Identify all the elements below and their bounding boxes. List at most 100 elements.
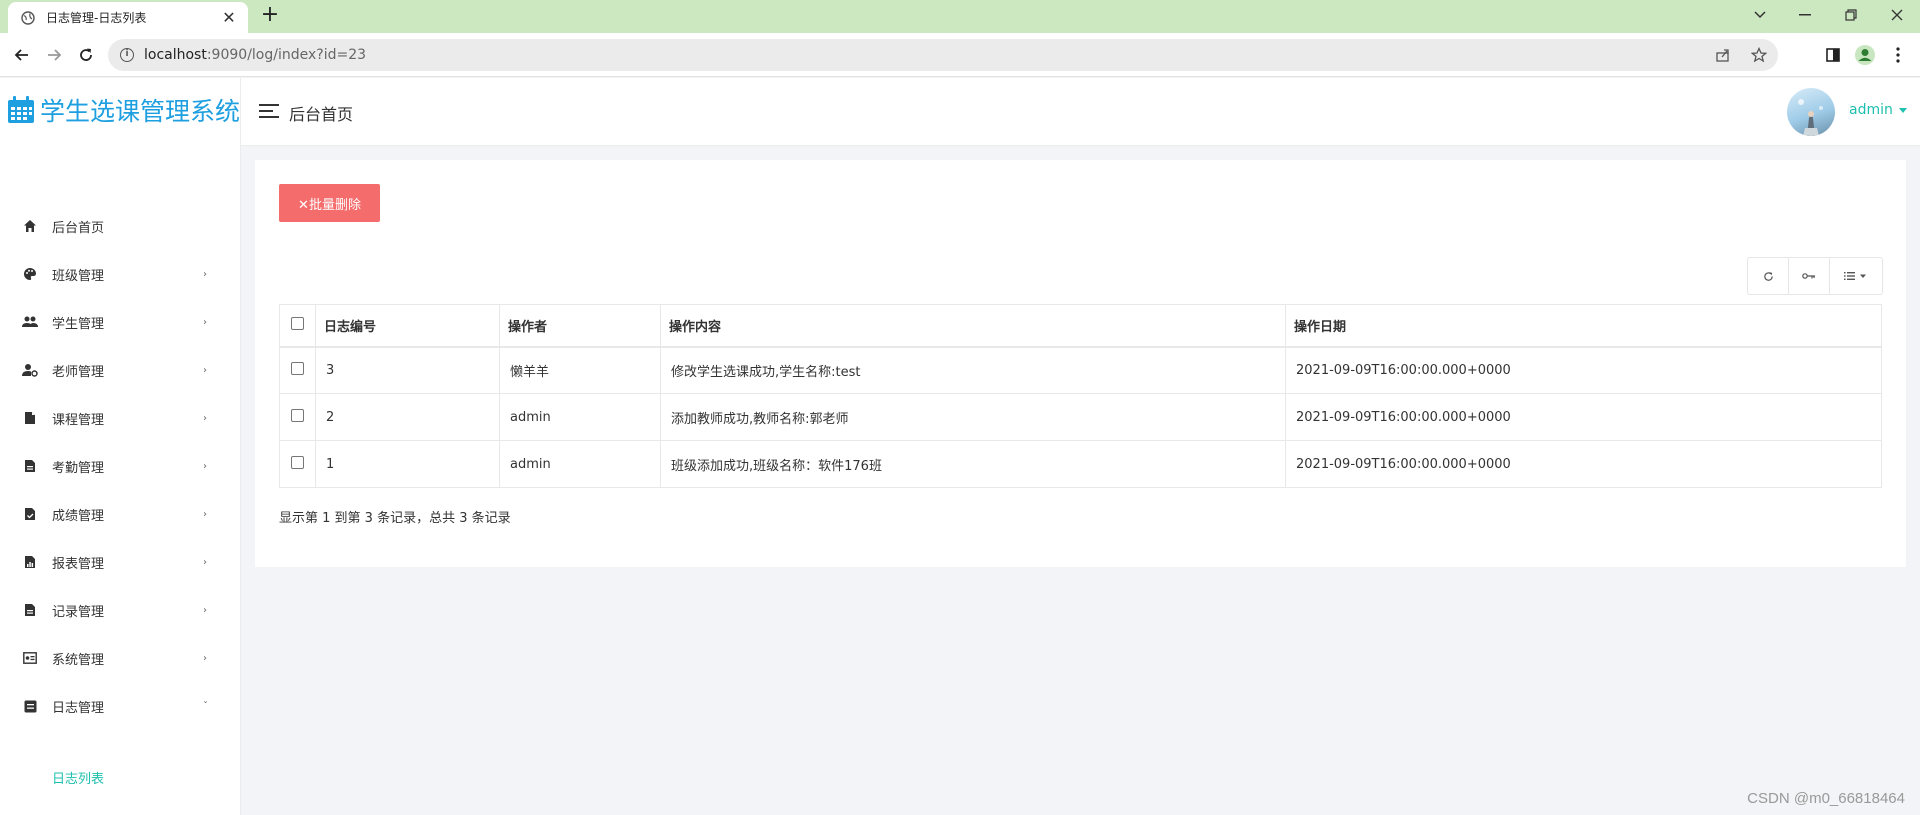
log-table: 日志编号 操作者 操作内容 操作日期 3 懒羊羊 修改学生选课成功,学生名称:t… (279, 304, 1882, 488)
chevron-right-icon: › (203, 412, 207, 424)
sidebar-item-log[interactable]: 日志管理 ˇ (0, 684, 241, 728)
cell-id: 1 (315, 440, 500, 488)
close-window-button[interactable] (1874, 0, 1920, 30)
sidebar-item-system[interactable]: 系统管理 › (0, 636, 241, 680)
file-text-icon (22, 602, 38, 618)
people-icon (22, 314, 38, 330)
sidebar-item-reports[interactable]: 报表管理 › (0, 540, 241, 584)
calendar-icon (6, 95, 36, 125)
row-select-cell (279, 393, 316, 441)
minimize-button[interactable] (1782, 0, 1828, 30)
chevron-right-icon: › (203, 460, 207, 472)
browser-tab[interactable]: 日志管理-日志列表 ✕ (8, 2, 248, 33)
row-select-cell (279, 346, 316, 394)
breadcrumb[interactable]: 后台首页 (289, 101, 353, 125)
column-header-id[interactable]: 日志编号 (315, 304, 500, 348)
column-header-date[interactable]: 操作日期 (1285, 304, 1882, 348)
row-select-cell (279, 440, 316, 488)
file-check-icon (22, 506, 38, 522)
app-logo[interactable]: 学生选课管理系统 (6, 92, 240, 128)
column-header-content[interactable]: 操作内容 (660, 304, 1286, 348)
chevron-right-icon: › (203, 268, 207, 280)
cell-operator: 懒羊羊 (499, 346, 661, 394)
chevron-right-icon: › (203, 364, 207, 376)
share-icon[interactable] (1714, 46, 1732, 64)
chevron-right-icon: › (203, 556, 207, 568)
cell-operator: admin (499, 440, 661, 488)
sidebar-item-course[interactable]: 课程管理 › (0, 396, 241, 440)
log-icon (22, 698, 38, 714)
chevron-right-icon: › (203, 508, 207, 520)
top-navbar: 后台首页 admin (241, 78, 1920, 146)
row-checkbox[interactable] (291, 455, 304, 469)
sidebar: 学生选课管理系统 后台首页 班级管理 › 学生管理 › 老师管理 › 课程管理 … (0, 78, 241, 815)
select-all-cell (279, 304, 316, 348)
table-row: 2 admin 添加教师成功,教师名称:郭老师 2021-09-09T16:00… (279, 393, 1882, 441)
chevron-right-icon: › (203, 316, 207, 328)
caret-down-icon (1898, 107, 1907, 113)
home-icon (22, 218, 38, 234)
sidebar-item-student[interactable]: 学生管理 › (0, 300, 241, 344)
file-chart-icon (22, 554, 38, 570)
reload-button[interactable] (72, 41, 100, 69)
pagination-summary: 显示第 1 到第 3 条记录，总共 3 条记录 (279, 511, 511, 526)
profile-icon[interactable] (1853, 43, 1877, 67)
sidebar-item-records[interactable]: 记录管理 › (0, 588, 241, 632)
sidebar-subitem-log-list[interactable]: 日志列表 (52, 768, 104, 787)
sidebar-item-class[interactable]: 班级管理 › (0, 252, 241, 296)
chevron-right-icon: › (203, 604, 207, 616)
side-panel-icon[interactable] (1821, 43, 1845, 67)
file-icon (22, 410, 38, 426)
cell-content: 添加教师成功,教师名称:郭老师 (660, 393, 1286, 441)
forward-button[interactable] (40, 41, 68, 69)
tab-search-icon[interactable] (1737, 0, 1783, 30)
cell-date: 2021-09-09T16:00:00.000+0000 (1285, 440, 1882, 488)
system-icon (22, 650, 38, 666)
browser-toolbar: i localhost:9090/log/index?id=23 (0, 33, 1920, 77)
info-icon[interactable]: i (120, 48, 134, 62)
content-panel: ✕批量删除 日志编号 操作者 操作内容 操作日期 3 懒羊羊 修改学生选课成功,… (255, 160, 1906, 567)
cell-content: 修改学生选课成功,学生名称:test (660, 346, 1286, 394)
cell-date: 2021-09-09T16:00:00.000+0000 (1285, 346, 1882, 394)
user-menu[interactable]: admin (1849, 102, 1907, 118)
cell-operator: admin (499, 393, 661, 441)
user-gear-icon (22, 362, 38, 378)
cell-id: 2 (315, 393, 500, 441)
cell-id: 3 (315, 346, 500, 394)
new-tab-button[interactable]: + (258, 4, 282, 28)
batch-delete-button[interactable]: ✕批量删除 (279, 184, 380, 222)
palette-icon (22, 266, 38, 282)
table-row: 1 admin 班级添加成功,班级名称：软件176班 2021-09-09T16… (279, 440, 1882, 488)
row-checkbox[interactable] (291, 361, 304, 375)
sidebar-item-home[interactable]: 后台首页 (0, 204, 241, 248)
hamburger-icon[interactable] (259, 104, 279, 120)
chevron-right-icon: › (203, 652, 207, 664)
sidebar-item-attendance[interactable]: 考勤管理 › (0, 444, 241, 488)
tab-close-icon[interactable]: ✕ (220, 8, 238, 27)
restore-button[interactable] (1828, 0, 1874, 30)
chevron-down-icon: ˇ (203, 700, 208, 712)
select-all-checkbox[interactable] (291, 316, 304, 330)
watermark: CSDN @m0_66818464 (1747, 790, 1905, 807)
avatar[interactable] (1787, 88, 1835, 136)
row-checkbox[interactable] (291, 408, 304, 422)
bookmark-star-icon[interactable] (1750, 46, 1768, 64)
globe-icon (20, 10, 36, 26)
cell-date: 2021-09-09T16:00:00.000+0000 (1285, 393, 1882, 441)
url-text: localhost:9090/log/index?id=23 (144, 47, 367, 63)
tab-title: 日志管理-日志列表 (46, 11, 147, 25)
sidebar-item-grades[interactable]: 成绩管理 › (0, 492, 241, 536)
back-button[interactable] (8, 41, 36, 69)
table-row: 3 懒羊羊 修改学生选课成功,学生名称:test 2021-09-09T16:0… (279, 346, 1882, 394)
address-bar[interactable]: i localhost:9090/log/index?id=23 (108, 39, 1778, 71)
browser-tab-strip: 日志管理-日志列表 ✕ + (0, 0, 1920, 33)
key-icon[interactable] (1789, 258, 1830, 294)
table-toolbar (1747, 257, 1883, 295)
columns-icon[interactable] (1830, 258, 1882, 294)
file-text-icon (22, 458, 38, 474)
column-header-operator[interactable]: 操作者 (499, 304, 661, 348)
refresh-icon[interactable] (1748, 258, 1789, 294)
menu-dots-icon[interactable] (1886, 43, 1910, 67)
app-title: 学生选课管理系统 (40, 97, 241, 126)
sidebar-item-teacher[interactable]: 老师管理 › (0, 348, 241, 392)
